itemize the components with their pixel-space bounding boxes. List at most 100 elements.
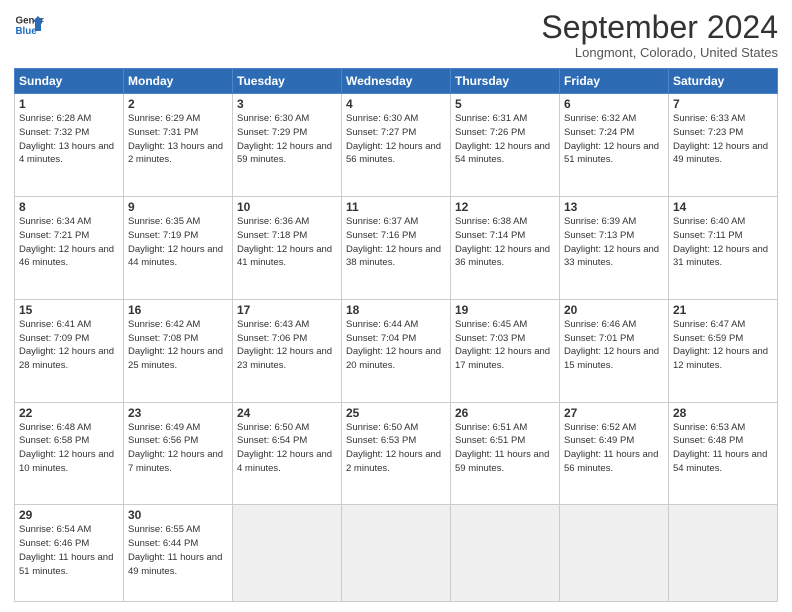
table-row: 30 Sunrise: 6:55 AM Sunset: 6:44 PM Dayl… [124,505,233,602]
sunrise-label: Sunrise: 6:49 AM [128,422,200,433]
day-number: 2 [128,97,228,111]
sunset-label: Sunset: 7:31 PM [128,127,198,138]
table-row: 19 Sunrise: 6:45 AM Sunset: 7:03 PM Dayl… [451,299,560,402]
sunrise-label: Sunrise: 6:36 AM [237,216,309,227]
day-info: Sunrise: 6:43 AM Sunset: 7:06 PM Dayligh… [237,318,337,373]
sunrise-label: Sunrise: 6:48 AM [19,422,91,433]
header: General Blue September 2024 Longmont, Co… [14,10,778,60]
table-row: 15 Sunrise: 6:41 AM Sunset: 7:09 PM Dayl… [15,299,124,402]
calendar-week-row: 1 Sunrise: 6:28 AM Sunset: 7:32 PM Dayli… [15,94,778,197]
daylight-label: Daylight: 12 hours and 44 minutes. [128,244,223,269]
sunrise-label: Sunrise: 6:38 AM [455,216,527,227]
day-number: 4 [346,97,446,111]
sunset-label: Sunset: 7:19 PM [128,230,198,241]
daylight-label: Daylight: 12 hours and 4 minutes. [237,449,332,474]
sunrise-label: Sunrise: 6:53 AM [673,422,745,433]
daylight-label: Daylight: 12 hours and 17 minutes. [455,346,550,371]
sunrise-label: Sunrise: 6:30 AM [346,113,418,124]
daylight-label: Daylight: 12 hours and 46 minutes. [19,244,114,269]
daylight-label: Daylight: 11 hours and 54 minutes. [673,449,767,474]
day-number: 1 [19,97,119,111]
daylight-label: Daylight: 11 hours and 51 minutes. [19,552,113,577]
sunset-label: Sunset: 7:23 PM [673,127,743,138]
day-number: 28 [673,406,773,420]
table-row: 28 Sunrise: 6:53 AM Sunset: 6:48 PM Dayl… [669,402,778,505]
daylight-label: Daylight: 12 hours and 20 minutes. [346,346,441,371]
day-info: Sunrise: 6:38 AM Sunset: 7:14 PM Dayligh… [455,215,555,270]
daylight-label: Daylight: 11 hours and 56 minutes. [564,449,658,474]
sunset-label: Sunset: 7:13 PM [564,230,634,241]
table-row: 21 Sunrise: 6:47 AM Sunset: 6:59 PM Dayl… [669,299,778,402]
sunrise-label: Sunrise: 6:39 AM [564,216,636,227]
day-info: Sunrise: 6:29 AM Sunset: 7:31 PM Dayligh… [128,112,228,167]
day-number: 12 [455,200,555,214]
table-row: 24 Sunrise: 6:50 AM Sunset: 6:54 PM Dayl… [233,402,342,505]
day-info: Sunrise: 6:35 AM Sunset: 7:19 PM Dayligh… [128,215,228,270]
day-number: 7 [673,97,773,111]
table-row: 1 Sunrise: 6:28 AM Sunset: 7:32 PM Dayli… [15,94,124,197]
sunrise-label: Sunrise: 6:37 AM [346,216,418,227]
sunrise-label: Sunrise: 6:40 AM [673,216,745,227]
sunrise-label: Sunrise: 6:44 AM [346,319,418,330]
day-number: 10 [237,200,337,214]
logo: General Blue [14,10,44,40]
sunset-label: Sunset: 7:18 PM [237,230,307,241]
day-number: 27 [564,406,664,420]
day-info: Sunrise: 6:46 AM Sunset: 7:01 PM Dayligh… [564,318,664,373]
day-number: 15 [19,303,119,317]
daylight-label: Daylight: 12 hours and 2 minutes. [346,449,441,474]
table-row: 13 Sunrise: 6:39 AM Sunset: 7:13 PM Dayl… [560,196,669,299]
day-info: Sunrise: 6:39 AM Sunset: 7:13 PM Dayligh… [564,215,664,270]
sunset-label: Sunset: 6:56 PM [128,435,198,446]
day-info: Sunrise: 6:52 AM Sunset: 6:49 PM Dayligh… [564,421,664,476]
sunset-label: Sunset: 6:59 PM [673,333,743,344]
day-number: 6 [564,97,664,111]
sunset-label: Sunset: 6:44 PM [128,538,198,549]
table-row: 7 Sunrise: 6:33 AM Sunset: 7:23 PM Dayli… [669,94,778,197]
sunset-label: Sunset: 7:21 PM [19,230,89,241]
daylight-label: Daylight: 13 hours and 4 minutes. [19,141,114,166]
sunset-label: Sunset: 7:04 PM [346,333,416,344]
table-row [560,505,669,602]
day-info: Sunrise: 6:28 AM Sunset: 7:32 PM Dayligh… [19,112,119,167]
daylight-label: Daylight: 12 hours and 15 minutes. [564,346,659,371]
daylight-label: Daylight: 12 hours and 23 minutes. [237,346,332,371]
day-info: Sunrise: 6:50 AM Sunset: 6:53 PM Dayligh… [346,421,446,476]
day-info: Sunrise: 6:42 AM Sunset: 7:08 PM Dayligh… [128,318,228,373]
table-row: 10 Sunrise: 6:36 AM Sunset: 7:18 PM Dayl… [233,196,342,299]
col-friday: Friday [560,69,669,94]
col-saturday: Saturday [669,69,778,94]
col-monday: Monday [124,69,233,94]
day-number: 29 [19,508,119,522]
sunset-label: Sunset: 7:03 PM [455,333,525,344]
daylight-label: Daylight: 12 hours and 28 minutes. [19,346,114,371]
table-row: 17 Sunrise: 6:43 AM Sunset: 7:06 PM Dayl… [233,299,342,402]
table-row: 11 Sunrise: 6:37 AM Sunset: 7:16 PM Dayl… [342,196,451,299]
day-number: 8 [19,200,119,214]
sunrise-label: Sunrise: 6:54 AM [19,524,91,535]
table-row: 3 Sunrise: 6:30 AM Sunset: 7:29 PM Dayli… [233,94,342,197]
sunset-label: Sunset: 6:48 PM [673,435,743,446]
day-number: 22 [19,406,119,420]
sunset-label: Sunset: 7:32 PM [19,127,89,138]
day-info: Sunrise: 6:49 AM Sunset: 6:56 PM Dayligh… [128,421,228,476]
daylight-label: Daylight: 12 hours and 33 minutes. [564,244,659,269]
sunrise-label: Sunrise: 6:33 AM [673,113,745,124]
daylight-label: Daylight: 11 hours and 59 minutes. [455,449,549,474]
day-number: 3 [237,97,337,111]
day-number: 26 [455,406,555,420]
day-info: Sunrise: 6:37 AM Sunset: 7:16 PM Dayligh… [346,215,446,270]
daylight-label: Daylight: 11 hours and 49 minutes. [128,552,222,577]
day-info: Sunrise: 6:34 AM Sunset: 7:21 PM Dayligh… [19,215,119,270]
daylight-label: Daylight: 12 hours and 56 minutes. [346,141,441,166]
page: General Blue September 2024 Longmont, Co… [0,0,792,612]
sunset-label: Sunset: 6:49 PM [564,435,634,446]
col-tuesday: Tuesday [233,69,342,94]
table-row [451,505,560,602]
sunset-label: Sunset: 7:08 PM [128,333,198,344]
table-row [233,505,342,602]
month-title: September 2024 [541,10,778,45]
sunrise-label: Sunrise: 6:41 AM [19,319,91,330]
day-info: Sunrise: 6:32 AM Sunset: 7:24 PM Dayligh… [564,112,664,167]
sunrise-label: Sunrise: 6:50 AM [237,422,309,433]
